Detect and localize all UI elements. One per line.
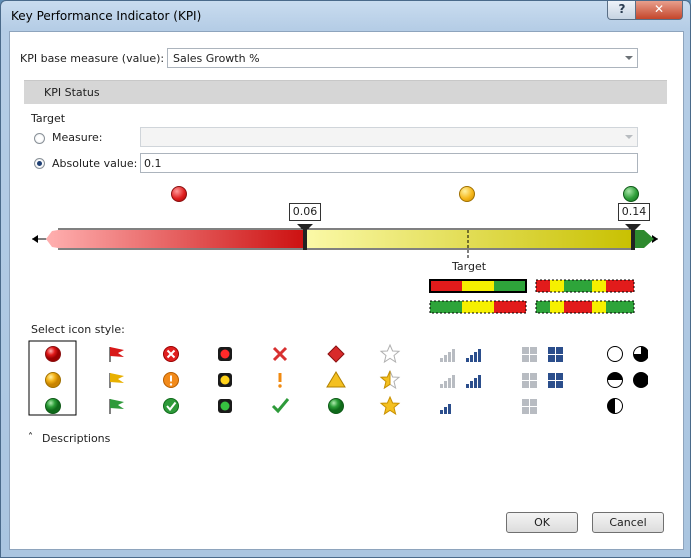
style-symbols xyxy=(271,346,290,414)
chevron-down-icon xyxy=(625,56,633,60)
red-circle-icon xyxy=(45,346,61,362)
style-traffic-lights xyxy=(218,347,232,413)
quarter-pie-icon xyxy=(607,372,623,388)
green-range-segment xyxy=(635,230,654,248)
green-circle-icon xyxy=(45,398,61,414)
yellow-range-segment xyxy=(305,230,635,248)
full-star-icon xyxy=(379,395,401,416)
base-measure-label: KPI base measure (value): xyxy=(20,52,165,65)
ok-button[interactable]: OK xyxy=(506,512,578,533)
low-threshold-handle xyxy=(303,229,307,250)
quadrant-gray-icon xyxy=(522,347,537,362)
style-flags xyxy=(109,347,124,414)
x-mark-icon xyxy=(272,346,288,362)
kpi-dialog: Key Performance Indicator (KPI) ? ✕ KPI … xyxy=(0,0,691,558)
green-light-icon xyxy=(218,399,232,413)
banding-preset-red-yellow-green xyxy=(429,279,527,293)
base-measure-value: Sales Growth % xyxy=(173,52,260,65)
red-light-icon xyxy=(218,347,232,361)
style-quadrant-squares xyxy=(522,347,563,414)
style-shapes xyxy=(326,345,346,414)
signal-bars-low-icon xyxy=(440,404,451,414)
green-status-icon xyxy=(623,186,639,202)
absolute-value-radio[interactable] xyxy=(34,158,45,169)
target-label: Target xyxy=(452,260,487,273)
double-chevron-up-icon[interactable]: ˄ xyxy=(28,432,33,443)
target-measure-dropdown[interactable] xyxy=(140,127,638,147)
high-threshold-handle xyxy=(631,229,635,250)
style-pie-circles xyxy=(607,346,648,414)
red-range-segment xyxy=(46,230,305,248)
title-bar[interactable]: Key Performance Indicator (KPI) ? ✕ xyxy=(1,1,690,29)
absolute-value-text: 0.1 xyxy=(144,157,162,170)
exclamation-circle-icon xyxy=(163,372,179,388)
style-traffic-circles xyxy=(28,340,77,416)
measure-radio[interactable] xyxy=(34,133,45,144)
yellow-light-icon xyxy=(218,373,232,387)
target-group-label: Target xyxy=(31,112,66,125)
half-pie-icon xyxy=(607,398,623,414)
window-title: Key Performance Indicator (KPI) xyxy=(11,9,202,23)
measure-label: Measure: xyxy=(52,131,103,144)
check-circle-icon xyxy=(163,398,179,414)
signal-bars-partial-icon xyxy=(440,375,455,388)
signal-bars-gray-icon xyxy=(440,349,455,362)
style-signal-bars-blue xyxy=(466,349,481,388)
banding-preset-green-yellow-red xyxy=(429,300,527,314)
icon-style-label: Select icon style: xyxy=(31,323,125,336)
empty-star-icon xyxy=(379,343,401,364)
signal-bars-medium-icon xyxy=(466,349,481,362)
yellow-circle-icon xyxy=(45,372,61,388)
style-symbol-circles xyxy=(163,346,179,414)
kpi-status-header: KPI Status xyxy=(24,80,667,104)
exclamation-icon xyxy=(278,373,282,388)
kpi-status-title: KPI Status xyxy=(44,86,100,99)
yellow-status-icon xyxy=(459,186,475,202)
close-button[interactable]: ✕ xyxy=(635,1,683,20)
low-threshold-box[interactable]: 0.06 xyxy=(289,203,321,221)
dialog-client-area: KPI base measure (value): Sales Growth %… xyxy=(9,31,684,550)
signal-bars-full-icon xyxy=(466,375,481,388)
banding-preset-green-yellow-red-mirror xyxy=(535,300,635,314)
banding-presets[interactable] xyxy=(429,279,639,315)
full-pie-icon xyxy=(633,372,648,388)
quadrant-blue-mid-icon xyxy=(548,373,563,388)
red-diamond-icon xyxy=(327,345,345,363)
style-stars xyxy=(379,343,401,416)
quadrant-gray-low-icon xyxy=(522,399,537,414)
banding-preset-red-yellow-green-mirror xyxy=(535,279,635,293)
quadrant-blue-icon xyxy=(548,347,563,362)
style-signal-bars-gray xyxy=(440,349,455,414)
green-flag-icon xyxy=(109,399,124,414)
three-quarter-pie-icon xyxy=(633,346,648,362)
descriptions-toggle[interactable]: Descriptions xyxy=(42,432,110,445)
help-button[interactable]: ? xyxy=(607,1,637,20)
base-measure-dropdown[interactable]: Sales Growth % xyxy=(167,48,638,68)
red-flag-icon xyxy=(109,347,124,362)
half-star-icon xyxy=(379,369,401,390)
yellow-triangle-icon xyxy=(326,371,346,388)
high-threshold-box[interactable]: 0.14 xyxy=(618,203,650,221)
quadrant-gray-mid-icon xyxy=(522,373,537,388)
yellow-flag-icon xyxy=(109,373,124,388)
cancel-button[interactable]: Cancel xyxy=(592,512,664,533)
green-circle-shape-icon xyxy=(328,398,344,414)
red-status-icon xyxy=(171,186,187,202)
icon-style-grid[interactable] xyxy=(28,340,648,420)
absolute-value-label: Absolute value: xyxy=(52,157,138,170)
check-mark-icon xyxy=(271,398,290,414)
empty-pie-icon xyxy=(607,346,623,362)
chevron-down-icon xyxy=(625,135,633,139)
threshold-slider[interactable] xyxy=(28,220,663,260)
x-circle-icon xyxy=(163,346,179,362)
absolute-value-input[interactable]: 0.1 xyxy=(140,153,638,173)
